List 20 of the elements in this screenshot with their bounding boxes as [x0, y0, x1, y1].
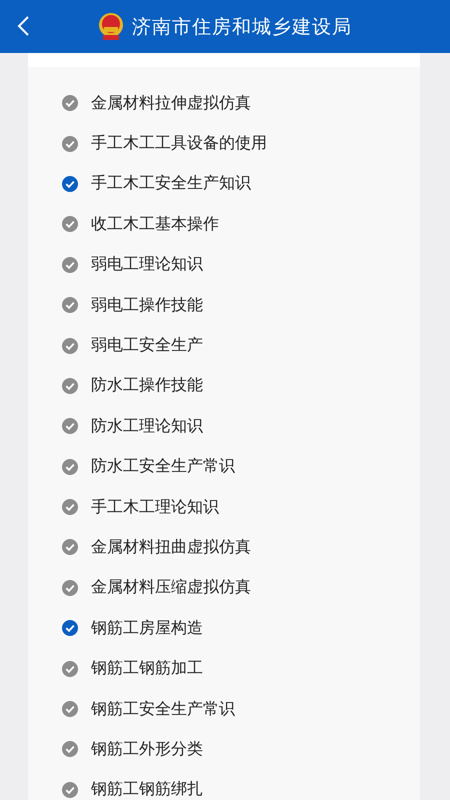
course-title[interactable]: 钢筋工外形分类 [91, 738, 203, 760]
course-title[interactable]: 弱电工操作技能 [91, 294, 203, 316]
course-title[interactable]: 金属材料拉伸虚拟仿真 [91, 92, 251, 114]
course-title[interactable]: 钢筋工钢筋加工 [91, 658, 203, 680]
course-title[interactable]: 手工木工安全生产知识 [91, 173, 251, 194]
course-title[interactable]: 金属材料扭曲虚拟仿真 [91, 536, 251, 558]
course-title[interactable]: 防水工操作技能 [91, 375, 203, 396]
course-title[interactable]: 弱电工安全生产 [91, 335, 203, 356]
course-title[interactable]: 手工木工理论知识 [91, 496, 219, 518]
course-title[interactable]: 手工木工工具设备的使用 [91, 133, 267, 154]
course-title[interactable]: 钢筋工钢筋绑扎 [91, 779, 203, 800]
course-title[interactable]: 钢筋工安全生产常识 [91, 698, 235, 720]
course-title[interactable]: 防水工理论知识 [91, 416, 203, 437]
header-title: 济南市住房和城乡建设局 [132, 14, 352, 40]
course-title[interactable]: 收工木工基本操作 [91, 214, 219, 235]
course-title[interactable]: 金属材料压缩虚拟仿真 [91, 577, 251, 598]
course-title[interactable]: 防水工安全生产常识 [91, 456, 235, 478]
course-title[interactable]: 钢筋工房屋构造 [91, 618, 203, 639]
course-title[interactable]: 弱电工理论知识 [91, 254, 203, 276]
emblem-icon [98, 12, 124, 40]
